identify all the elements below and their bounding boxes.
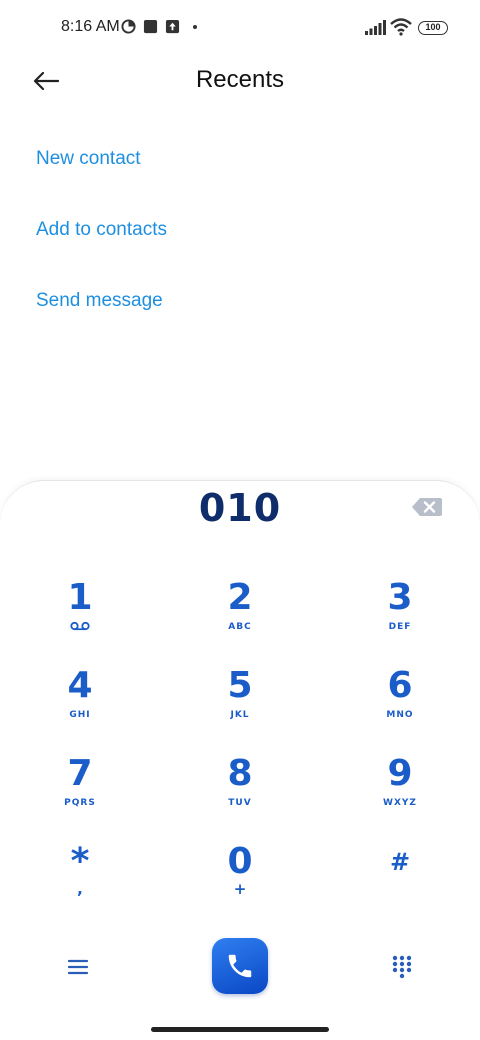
key-digit: 8 <box>227 753 253 794</box>
data-saver-icon <box>121 19 136 34</box>
key-0[interactable]: 0 + <box>180 842 300 918</box>
new-contact-link[interactable]: New contact <box>36 148 141 170</box>
key-4[interactable]: 4 GHI <box>20 666 140 742</box>
notification-dot <box>193 25 197 29</box>
menu-icon <box>67 959 89 975</box>
key-digit: 6 <box>387 665 413 706</box>
key-digit: 0 <box>227 841 253 882</box>
backspace-button[interactable] <box>411 496 443 518</box>
square-icon <box>143 19 158 34</box>
phone-icon <box>228 954 252 978</box>
dialed-number[interactable]: 010 <box>0 486 480 530</box>
upload-icon <box>165 19 180 34</box>
add-to-contacts-link[interactable]: Add to contacts <box>36 219 167 241</box>
call-button[interactable] <box>212 938 268 994</box>
status-time: 8:16 AM <box>61 18 120 35</box>
key-letters: PQRS <box>64 798 96 808</box>
key-star[interactable]: * , <box>20 842 140 918</box>
send-message-link[interactable]: Send message <box>36 290 163 312</box>
key-digit: 4 <box>67 665 93 706</box>
key-letters: DEF <box>388 622 412 632</box>
key-digit: # <box>389 848 411 876</box>
key-digit: 3 <box>387 577 413 618</box>
key-letters: ABC <box>228 622 252 632</box>
key-8[interactable]: 8 TUV <box>180 754 300 830</box>
signal-icon <box>365 20 386 35</box>
key-letters: JKL <box>230 710 250 720</box>
key-sub-symbol: , <box>77 880 83 898</box>
battery-icon: 100 <box>418 21 448 35</box>
key-digit: * <box>70 841 90 882</box>
key-9[interactable]: 9 WXYZ <box>340 754 460 830</box>
key-hash[interactable]: # <box>340 842 460 918</box>
key-digit: 2 <box>227 577 253 618</box>
key-digit: 1 <box>67 577 93 618</box>
key-digit: 9 <box>387 753 413 794</box>
page-title: Recents <box>195 66 285 93</box>
dialpad-icon <box>392 955 412 979</box>
key-letters: WXYZ <box>383 798 417 808</box>
keypad-toggle-button[interactable] <box>390 954 414 980</box>
status-bar: 8:16 AM 100 <box>0 0 480 56</box>
key-3[interactable]: 3 DEF <box>340 578 460 654</box>
key-6[interactable]: 6 MNO <box>340 666 460 742</box>
home-indicator[interactable] <box>151 1027 329 1032</box>
battery-level: 100 <box>425 22 441 32</box>
backspace-icon <box>412 498 442 516</box>
key-digit: 7 <box>67 753 93 794</box>
key-letters: GHI <box>69 710 91 720</box>
key-2[interactable]: 2 ABC <box>180 578 300 654</box>
key-1[interactable]: 1 <box>20 578 140 654</box>
voicemail-icon <box>70 621 90 631</box>
menu-button[interactable] <box>66 956 90 978</box>
wifi-icon <box>390 18 412 36</box>
key-letters: MNO <box>386 710 414 720</box>
key-7[interactable]: 7 PQRS <box>20 754 140 830</box>
key-5[interactable]: 5 JKL <box>180 666 300 742</box>
key-letters: TUV <box>228 798 252 808</box>
key-digit: 5 <box>227 665 253 706</box>
key-sub-symbol: + <box>233 880 247 898</box>
